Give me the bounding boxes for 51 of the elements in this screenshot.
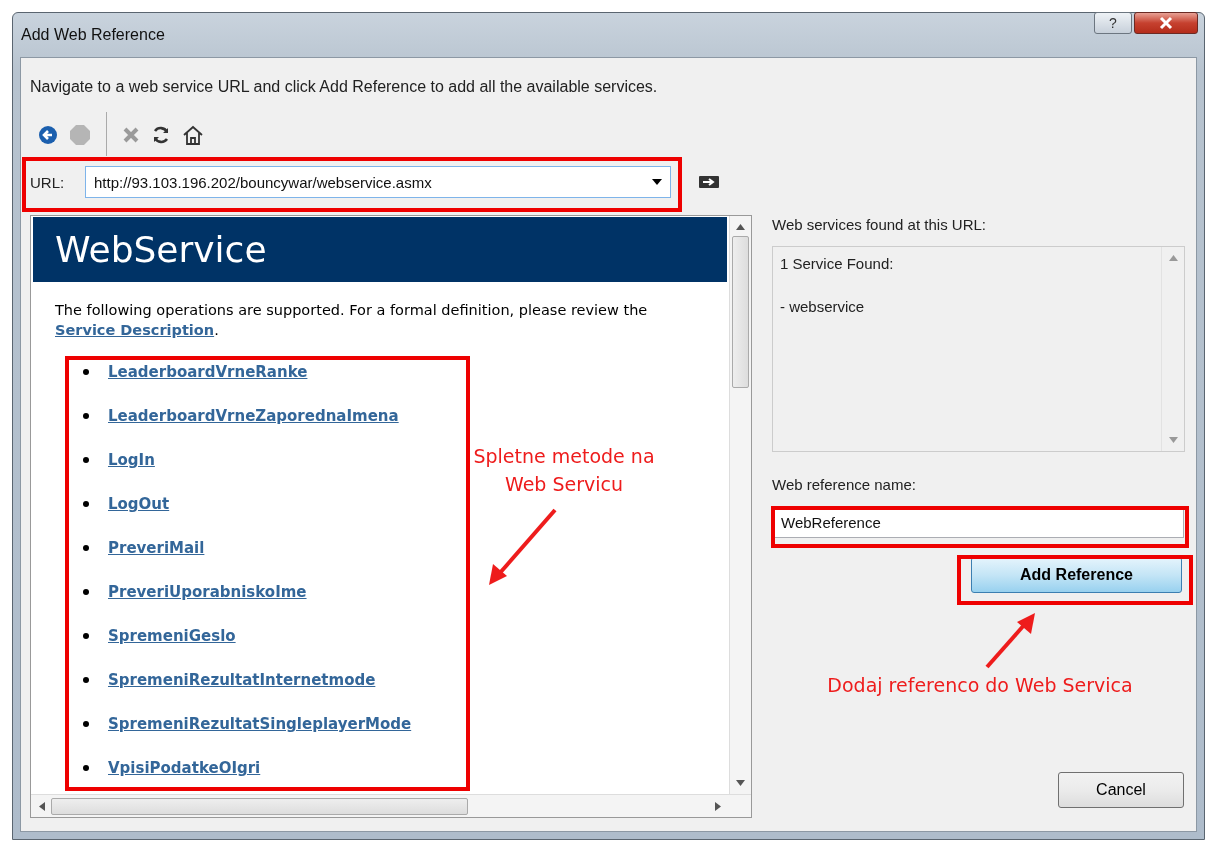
url-field[interactable]: http://93.103.196.202/bouncywar/webservice.asmx <box>85 166 671 198</box>
add-reference-button[interactable]: Add Reference <box>971 557 1182 593</box>
scroll-thumb[interactable] <box>51 797 468 815</box>
service-text: - webservice <box>780 298 866 315</box>
close-button[interactable] <box>1134 12 1198 34</box>
services-label: Web services found at this URL: <box>772 216 987 235</box>
vertical-scrollbar[interactable] <box>729 216 751 794</box>
go-icon[interactable] <box>699 176 719 188</box>
dropdown-icon[interactable] <box>652 179 662 185</box>
intro-paragraph: The following operations are supported. For a formal definition, please review the Service Description. <box>55 301 649 340</box>
operation-link[interactable]: SpremeniRezultatInternetmode <box>108 671 376 689</box>
service-text: 1 Service Found: <box>780 255 895 272</box>
bullet-icon <box>83 677 89 683</box>
scroll-left-icon[interactable] <box>39 801 45 811</box>
back-icon[interactable] <box>38 125 58 145</box>
scroll-right-icon[interactable] <box>715 801 721 811</box>
operation-link[interactable]: PreveriMail <box>108 539 205 557</box>
operation-link[interactable]: LeaderboardVrneZaporednaImena <box>108 407 399 425</box>
url-label: URL: <box>30 173 66 191</box>
bullet-icon <box>83 413 89 419</box>
page-heading: WebService <box>33 217 727 282</box>
operation-link[interactable]: LogOut <box>108 495 170 513</box>
bullet-icon <box>83 369 89 375</box>
annotation-arrow <box>985 613 1035 669</box>
annotation-text: Spletne metode na Web Servicu <box>472 444 656 497</box>
operation-link[interactable]: LeaderboardVrneRanke <box>108 363 308 381</box>
instruction-text: Navigate to a web service URL and click Add Reference to add all the available services. <box>30 78 659 97</box>
scroll-thumb[interactable] <box>732 236 749 388</box>
cancel-button[interactable]: Cancel <box>1058 772 1184 808</box>
horizontal-scrollbar[interactable] <box>31 794 751 817</box>
refresh-icon[interactable] <box>151 125 171 145</box>
scroll-up-icon[interactable] <box>736 224 745 230</box>
reference-name-label: Web reference name: <box>772 476 917 495</box>
operation-link[interactable]: PreveriUporabniskoIme <box>108 583 307 601</box>
bullet-icon <box>83 457 89 463</box>
help-button[interactable]: ? <box>1094 12 1132 34</box>
bullet-icon <box>83 501 89 507</box>
bullet-icon <box>83 545 89 551</box>
operation-link[interactable]: LogIn <box>108 451 155 469</box>
operation-link[interactable]: SpremeniRezultatSingleplayerMode <box>108 715 412 733</box>
bullet-icon <box>83 589 89 595</box>
bullet-icon <box>83 721 89 727</box>
service-description-link[interactable]: Service Description <box>55 322 215 338</box>
window-title: Add Web Reference <box>21 26 166 44</box>
bullet-icon <box>83 633 89 639</box>
home-icon[interactable] <box>182 125 204 145</box>
bullet-icon <box>83 765 89 771</box>
operation-link[interactable]: SpremeniGeslo <box>108 627 236 645</box>
annotation-text: Dodaj referenco do Web Servica <box>826 673 1134 698</box>
scroll-down-icon[interactable] <box>736 780 745 786</box>
operation-link[interactable]: VpisiPodatkeOIgri <box>108 759 261 777</box>
